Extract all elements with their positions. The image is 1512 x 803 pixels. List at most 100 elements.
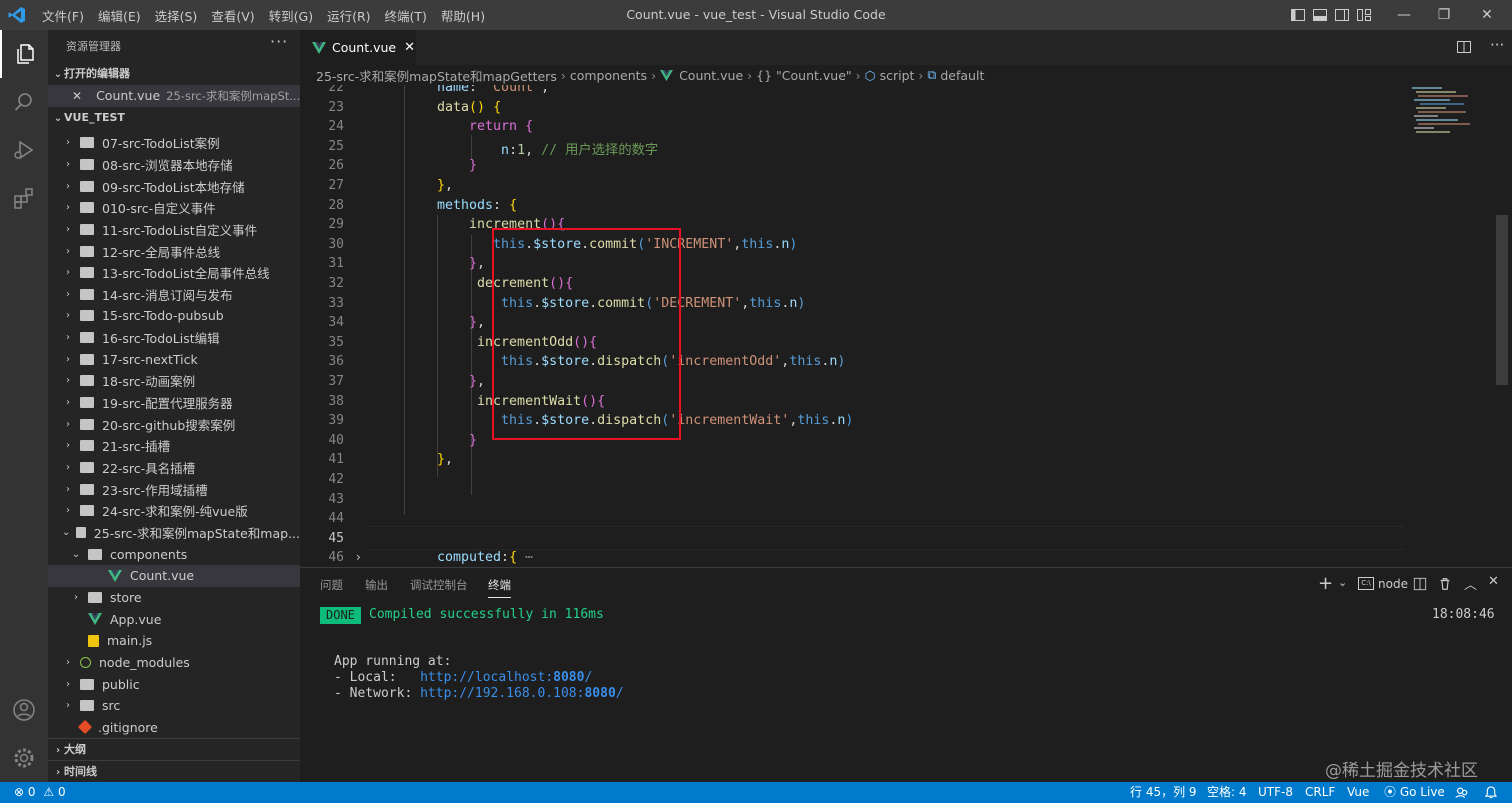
language-mode[interactable]: Vue — [1347, 782, 1369, 803]
tree-item-main-js[interactable]: main.js — [48, 630, 300, 652]
chevron-right-icon[interactable]: › — [62, 700, 74, 711]
terminal-name[interactable]: node — [1378, 577, 1408, 591]
timeline-header[interactable]: › 时间线 — [48, 760, 300, 782]
menu-go[interactable]: 转到(G) — [269, 6, 313, 25]
split-terminal-icon[interactable] — [1413, 577, 1427, 591]
maximize-panel-icon[interactable]: ︿ — [1464, 574, 1477, 593]
open-editors-header[interactable]: ⌄ 打开的编辑器 — [48, 63, 300, 85]
chevron-right-icon[interactable]: › — [62, 462, 74, 473]
tree-item-16-src-todolist[interactable]: › 16-src-TodoList编辑 — [48, 327, 300, 349]
more-actions-icon[interactable]: ··· — [270, 32, 288, 51]
encoding[interactable]: UTF-8 — [1258, 782, 1293, 803]
menu-run[interactable]: 运行(R) — [327, 6, 370, 25]
cursor-position[interactable]: 行 45，列 9 — [1130, 782, 1197, 803]
chevron-down-icon[interactable]: ⌄ — [1338, 576, 1347, 589]
go-live-button[interactable]: ⦿ Go Live — [1384, 782, 1445, 803]
tree-item-08-src[interactable]: › 08-src-浏览器本地存储 — [48, 154, 300, 176]
network-url[interactable]: http://192.168.0.108: — [420, 686, 584, 701]
breadcrumb-folder[interactable]: 25-src-求和案例mapState和mapGetters — [316, 66, 557, 85]
minimize-icon[interactable]: — — [1395, 6, 1413, 24]
explorer-icon[interactable] — [0, 30, 48, 78]
new-terminal-icon[interactable]: + — [1318, 573, 1333, 594]
tree-item-gitignore[interactable]: .gitignore — [48, 717, 300, 739]
tree-item-18-src[interactable]: › 18-src-动画案例 — [48, 370, 300, 392]
chevron-right-icon[interactable]: › — [62, 397, 74, 408]
tree-item-app-vue[interactable]: App.vue — [48, 608, 300, 630]
tab-debug-console[interactable]: 调试控制台 — [410, 577, 468, 593]
tree-item-19-src[interactable]: › 19-src-配置代理服务器 — [48, 392, 300, 414]
chevron-right-icon[interactable]: › — [62, 657, 74, 668]
chevron-down-icon[interactable]: ⌄ — [70, 549, 82, 560]
network-port[interactable]: 8080 — [584, 686, 615, 701]
chevron-right-icon[interactable]: › — [62, 484, 74, 495]
tree-item-11-src-todolist[interactable]: › 11-src-TodoList自定义事件 — [48, 219, 300, 241]
tree-item-public[interactable]: › public — [48, 673, 300, 695]
close-tab-icon[interactable]: ✕ — [404, 40, 415, 55]
tree-item-13-src-todolist[interactable]: › 13-src-TodoList全局事件总线 — [48, 262, 300, 284]
tree-item-20-src-github[interactable]: › 20-src-github搜索案例 — [48, 413, 300, 435]
tree-item-24-src-vue[interactable]: › 24-src-求和案例-纯vue版 — [48, 500, 300, 522]
toggle-panel-icon[interactable] — [1312, 7, 1328, 23]
breadcrumb-file[interactable]: Count.vue — [679, 68, 743, 83]
chevron-right-icon[interactable]: › — [62, 224, 74, 235]
menu-file[interactable]: 文件(F) — [42, 6, 84, 25]
menu-selection[interactable]: 选择(S) — [155, 6, 198, 25]
chevron-right-icon[interactable]: › — [62, 202, 74, 213]
chevron-right-icon[interactable]: › — [62, 440, 74, 451]
breadcrumb-components[interactable]: components — [570, 68, 647, 83]
close-panel-icon[interactable]: ✕ — [1488, 574, 1499, 589]
customize-layout-icon[interactable] — [1356, 7, 1372, 23]
chevron-right-icon[interactable]: › — [62, 159, 74, 170]
code-view[interactable]: 22 23 24 25 26 27 28 29 30 31 32 33 34 35 36 37 38 39 40 41… — [300, 85, 1512, 567]
breadcrumb-default[interactable]: default — [940, 68, 984, 83]
tree-item-components[interactable]: ⌄ components — [48, 543, 300, 565]
toggle-secondary-sidebar-icon[interactable] — [1334, 7, 1350, 23]
project-header[interactable]: ⌄ VUE_TEST — [48, 107, 300, 129]
menu-view[interactable]: 查看(V) — [211, 6, 254, 25]
accounts-icon[interactable] — [0, 686, 48, 734]
menu-help[interactable]: 帮助(H) — [441, 6, 485, 25]
open-editor-item[interactable]: ✕ Count.vue 25-src-求和案例mapSt... — [48, 85, 300, 107]
outline-header[interactable]: › 大纲 — [48, 738, 300, 760]
close-editor-icon[interactable]: ✕ — [72, 89, 82, 103]
menu-edit[interactable]: 编辑(E) — [98, 6, 141, 25]
tree-item-25-src-mapstate-map[interactable]: ⌄ 25-src-求和案例mapState和map... — [48, 522, 300, 544]
tree-item-15-src-todo-pubsub[interactable]: › 15-src-Todo-pubsub — [48, 305, 300, 327]
split-editor-icon[interactable] — [1456, 39, 1472, 55]
tree-item-22-src[interactable]: › 22-src-具名插槽 — [48, 457, 300, 479]
tree-item-12-src[interactable]: › 12-src-全局事件总线 — [48, 240, 300, 262]
tree-item-010-src[interactable]: › 010-src-自定义事件 — [48, 197, 300, 219]
tree-item-23-src[interactable]: › 23-src-作用域插槽 — [48, 478, 300, 500]
bell-icon[interactable] — [1485, 786, 1497, 799]
tab-terminal[interactable]: 终端 — [488, 577, 511, 598]
tree-item-17-src-nexttick[interactable]: › 17-src-nextTick — [48, 349, 300, 371]
chevron-right-icon[interactable]: › — [62, 419, 74, 430]
trash-icon[interactable] — [1438, 577, 1452, 591]
chevron-right-icon[interactable]: › — [62, 267, 74, 278]
tree-item-node-modules[interactable]: › node_modules — [48, 652, 300, 674]
toggle-primary-sidebar-icon[interactable] — [1290, 7, 1306, 23]
chevron-right-icon[interactable]: › — [62, 246, 74, 257]
chevron-right-icon[interactable]: › — [62, 310, 74, 321]
problems-indicator[interactable]: ⊗ 0 ⚠ 0 — [14, 782, 66, 803]
chevron-right-icon[interactable]: › — [62, 505, 74, 516]
chevron-down-icon[interactable]: ⌄ — [62, 527, 70, 538]
chevron-right-icon[interactable]: › — [62, 354, 74, 365]
chevron-right-icon[interactable]: › — [62, 375, 74, 386]
minimap[interactable] — [1410, 85, 1500, 175]
chevron-right-icon[interactable]: › — [62, 181, 74, 192]
chevron-right-icon[interactable]: › — [70, 592, 82, 603]
local-url[interactable]: http://localhost: — [420, 670, 553, 685]
local-port[interactable]: 8080 — [553, 670, 584, 685]
settings-gear-icon[interactable] — [0, 734, 48, 782]
tree-item-21-src[interactable]: › 21-src-插槽 — [48, 435, 300, 457]
breadcrumb-module[interactable]: {} "Count.vue" — [756, 68, 851, 83]
search-icon[interactable] — [0, 78, 48, 126]
tree-item-14-src[interactable]: › 14-src-消息订阅与发布 — [48, 284, 300, 306]
tree-item-src[interactable]: › src — [48, 695, 300, 717]
menu-terminal[interactable]: 终端(T) — [385, 6, 427, 25]
tab-output[interactable]: 输出 — [365, 577, 388, 593]
restore-icon[interactable]: ❐ — [1435, 6, 1453, 24]
end-of-line[interactable]: CRLF — [1305, 782, 1335, 803]
breadcrumb-script[interactable]: script — [880, 68, 915, 83]
